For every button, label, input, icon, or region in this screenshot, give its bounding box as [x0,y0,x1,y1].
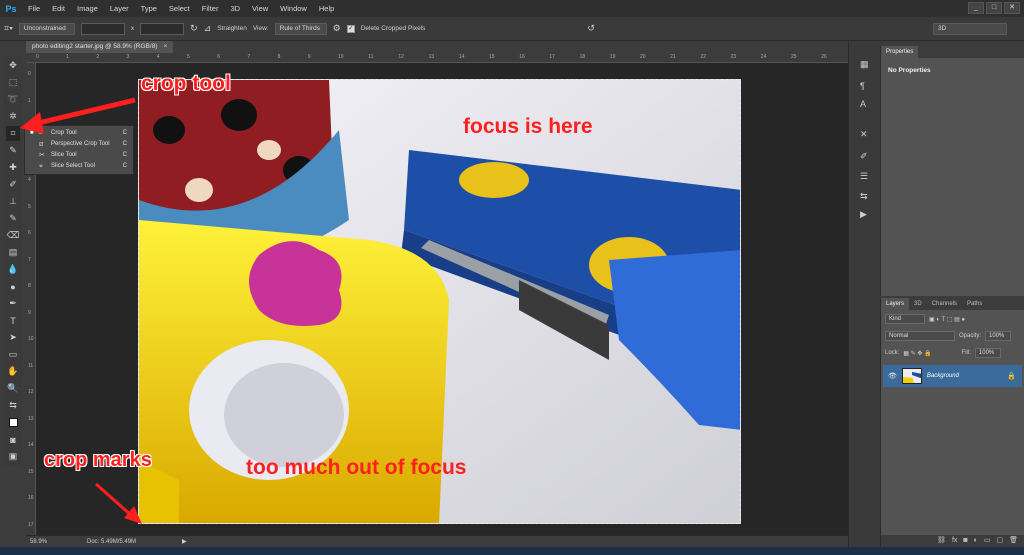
annotation-focus: focus is here [463,115,593,138]
annotation-crop-marks: crop marks [44,449,152,471]
annotation-crop-tool: crop tool [141,72,231,95]
annotation-out-of-focus: too much out of focus [246,456,467,479]
arrow-to-crop-marks [95,482,133,518]
photoshop-window: Ps File Edit Image Layer Type Select Fil… [0,0,1024,555]
arrow-to-crop-tool [33,97,136,127]
arrowhead-crop-tool [20,112,44,134]
arrowhead-crop-marks [124,506,142,524]
